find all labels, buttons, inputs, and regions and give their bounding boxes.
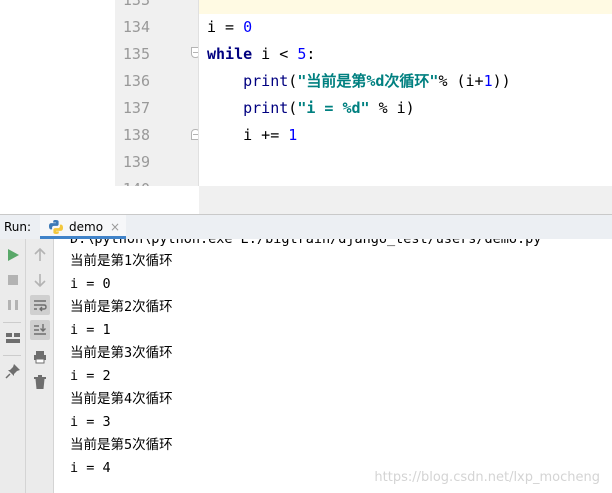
code-number: 1 (288, 126, 298, 144)
gutter-line: 137 (115, 95, 199, 122)
rerun-icon[interactable] (3, 245, 23, 265)
code-line-135[interactable]: while i < 5: (207, 41, 315, 68)
up-arrow-icon[interactable] (30, 245, 50, 265)
console-line: 当前是第4次循环 (70, 391, 173, 407)
watermark: https://blog.csdn.net/lxp_mocheng (374, 470, 600, 485)
gutter-line: 133 (115, 0, 199, 14)
console-line: i = 0 (70, 276, 111, 292)
code-text: ( (288, 72, 298, 90)
stop-icon[interactable] (3, 270, 23, 290)
console-line: i = 2 (70, 368, 111, 384)
toolbar-separator (3, 355, 21, 356)
toolbar-separator (3, 322, 21, 323)
gutter-line: 135 (115, 41, 199, 68)
print-icon[interactable] (30, 347, 50, 367)
code-text: )) (492, 72, 511, 90)
line-number: 137 (122, 99, 150, 117)
code-area[interactable]: i = 0 while i < 5: print("当前是第%d次循环"% (i… (199, 0, 612, 186)
python-icon (48, 219, 64, 235)
pin-icon[interactable] (3, 361, 23, 381)
line-number: 140 (120, 176, 150, 186)
code-line-137[interactable]: print("i = %d" % i) (207, 95, 415, 122)
code-line-138[interactable]: i += 1 (207, 122, 297, 149)
console-toolbar (26, 239, 54, 493)
code-text: ( (288, 99, 298, 117)
code-operator: = (216, 18, 244, 36)
line-number: 139 (122, 153, 150, 171)
code-text: % i) (369, 99, 415, 117)
pause-icon[interactable] (3, 295, 23, 315)
console-line: 当前是第1次循环 (70, 253, 173, 269)
code-builtin: print (243, 99, 289, 117)
console-line: i = 1 (70, 322, 111, 338)
code-variable: i (207, 18, 217, 36)
soft-wrap-icon[interactable] (30, 295, 50, 315)
current-line-highlight (199, 0, 612, 14)
line-number: 136 (122, 72, 150, 90)
code-number: 1 (483, 72, 493, 90)
console-line: 当前是第5次循环 (70, 437, 173, 453)
console-line: 当前是第2次循环 (70, 299, 173, 315)
code-text: : (306, 45, 316, 63)
run-toolbar (0, 239, 26, 493)
console-line: 当前是第3次循环 (70, 345, 173, 361)
code-text: % (i+ (438, 72, 484, 90)
layout-icon[interactable] (3, 328, 23, 348)
code-line-134[interactable]: i = 0 (207, 14, 252, 41)
line-number: 134 (122, 18, 150, 36)
ide-window: 133 134 135 136 137 138 139 i = 0 while … (0, 0, 612, 493)
run-label: Run: (4, 220, 32, 234)
line-number: 138 (122, 126, 150, 144)
scroll-to-end-icon[interactable] (30, 320, 50, 340)
code-string: "当前是第%d次循环" (297, 72, 439, 90)
code-text: i < (252, 45, 298, 63)
code-number: 0 (243, 18, 253, 36)
run-tool-window-header: Run: demo × (0, 214, 612, 239)
down-arrow-icon[interactable] (30, 270, 50, 290)
line-number: 133 (122, 0, 150, 9)
console-line: i = 3 (70, 414, 111, 430)
code-text: i += (243, 126, 289, 144)
gutter-line: 136 (115, 68, 199, 95)
gutter-line: 138 (115, 122, 199, 149)
trash-icon[interactable] (30, 372, 50, 392)
editor-left-blank (0, 0, 115, 214)
gutter-line: 140 (115, 176, 199, 186)
code-string: "i = %d" (297, 99, 370, 117)
run-console-output[interactable]: D:\python\python.exe E:/bigtrain/django_… (54, 239, 612, 493)
code-builtin: print (243, 72, 289, 90)
gutter-line: 134 (115, 14, 199, 41)
horizontal-scrollbar[interactable] (199, 186, 612, 214)
gutter-line: 139 (115, 149, 199, 176)
code-editor: 133 134 135 136 137 138 139 i = 0 while … (0, 0, 612, 214)
code-keyword: while (207, 45, 253, 63)
tab-demo[interactable]: demo × (40, 215, 126, 239)
code-number: 5 (297, 45, 307, 63)
line-number: 135 (122, 45, 150, 63)
console-line: i = 4 (70, 460, 111, 476)
line-number-gutter: 133 134 135 136 137 138 139 (115, 0, 199, 186)
code-line-136[interactable]: print("当前是第%d次循环"% (i+1)) (207, 68, 511, 95)
